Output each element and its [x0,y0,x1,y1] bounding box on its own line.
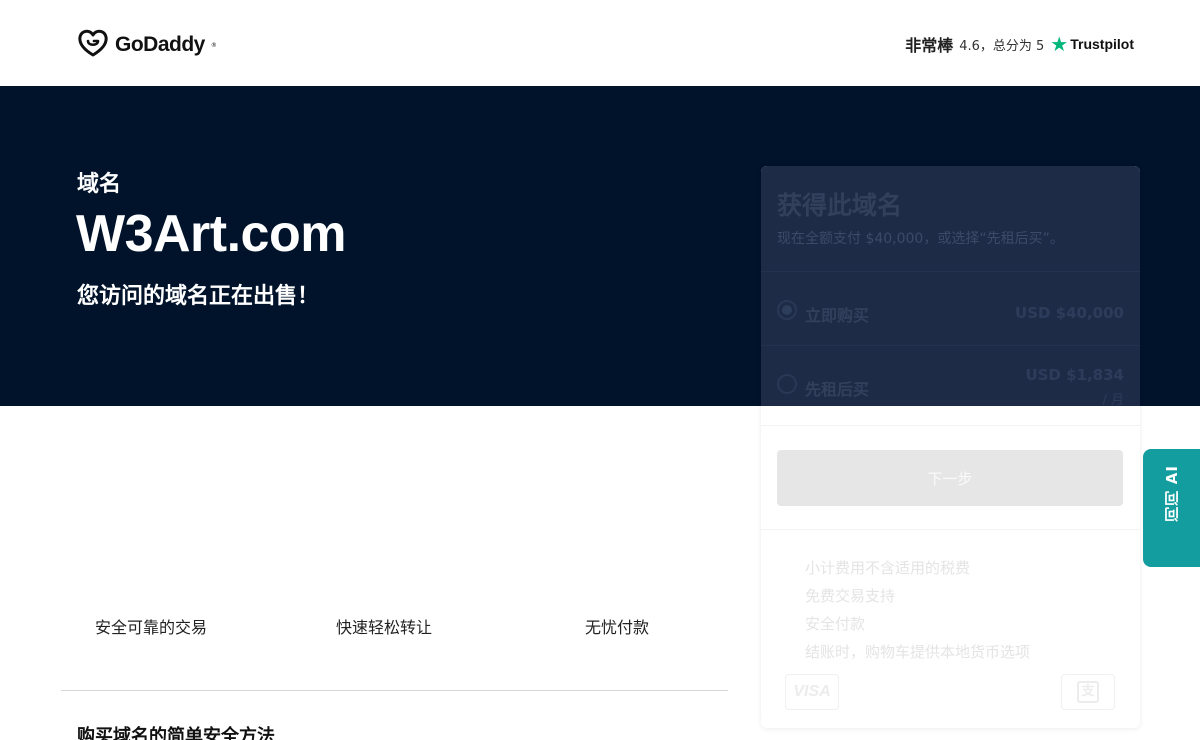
rating-score: 4.6，总分为 5 [959,38,1045,54]
trust-item-payment: 无忧付款 [585,618,650,637]
radio-buy-now[interactable] [777,300,797,320]
feature-item: 小计费用不含适用的税费 [805,559,971,577]
section-title: 购买域名的简单安全方法 [77,726,275,740]
domain-name: W3Art.com [76,205,346,263]
feature-item: 安全付款 [805,615,866,633]
card-description: 现在全额支付 $40,000，或选择“先租后买”。 [777,231,1064,247]
option-label: 先租后买 [805,380,870,399]
option-label: 立即购买 [805,306,870,325]
ask-ai-tab[interactable]: 问问 AI [1143,449,1200,567]
card-header: 获得此域名 现在全额支付 $40,000，或选择“先租后买”。 [761,166,1140,271]
trustpilot-rating[interactable]: 非常棒 4.6，总分为 5 ★ Trustpilot [905,32,1134,56]
hero-kicker: 域名 [77,172,122,197]
option-tail [761,406,1140,426]
star-icon: ★ [1050,32,1069,56]
alipay-glyph: 支 [1077,681,1099,703]
option-lease-to-own[interactable]: 先租后买 USD $1,834 / 月 [761,345,1140,408]
trustpilot-name: Trustpilot [1070,36,1134,52]
section-divider [61,690,728,691]
logo-wordmark: GoDaddy [115,33,205,56]
feature-item: 结账时，购物车提供本地货币选项 [805,643,1031,661]
godaddy-logo[interactable]: GoDaddy ® [77,28,217,62]
alipay-icon: 支 [1061,674,1115,710]
card-divider [761,529,1140,530]
visa-icon: VISA [785,674,839,710]
logo-trademark: ® [210,41,217,49]
godaddy-heart-logo-icon [77,28,109,62]
option-price: USD $1,834 [1025,366,1124,384]
trust-item-secure: 安全可靠的交易 [95,618,208,637]
card-title: 获得此域名 [777,191,903,220]
option-price: USD $40,000 [1015,304,1124,322]
ask-ai-label: 问问 AI [1163,465,1181,523]
option-buy-now[interactable]: 立即购买 USD $40,000 [761,271,1140,345]
radio-lease-to-own[interactable] [777,374,797,394]
buy-domain-card: 获得此域名 现在全额支付 $40,000，或选择“先租后买”。 立即购买 USD… [761,166,1140,728]
feature-list: 小计费用不含适用的税费 免费交易支持 安全付款 结账时，购物车提供本地货币选项 [805,554,1030,666]
trust-item-transfer: 快速轻松转让 [336,618,433,637]
top-header: GoDaddy ® 非常棒 4.6，总分为 5 ★ Trustpilot [0,0,1200,86]
feature-item: 免费交易支持 [805,587,896,605]
next-button[interactable]: 下一步 [777,450,1123,506]
rating-label: 非常棒 [905,36,954,55]
hero-subtitle: 您访问的域名正在出售！ [77,284,320,309]
